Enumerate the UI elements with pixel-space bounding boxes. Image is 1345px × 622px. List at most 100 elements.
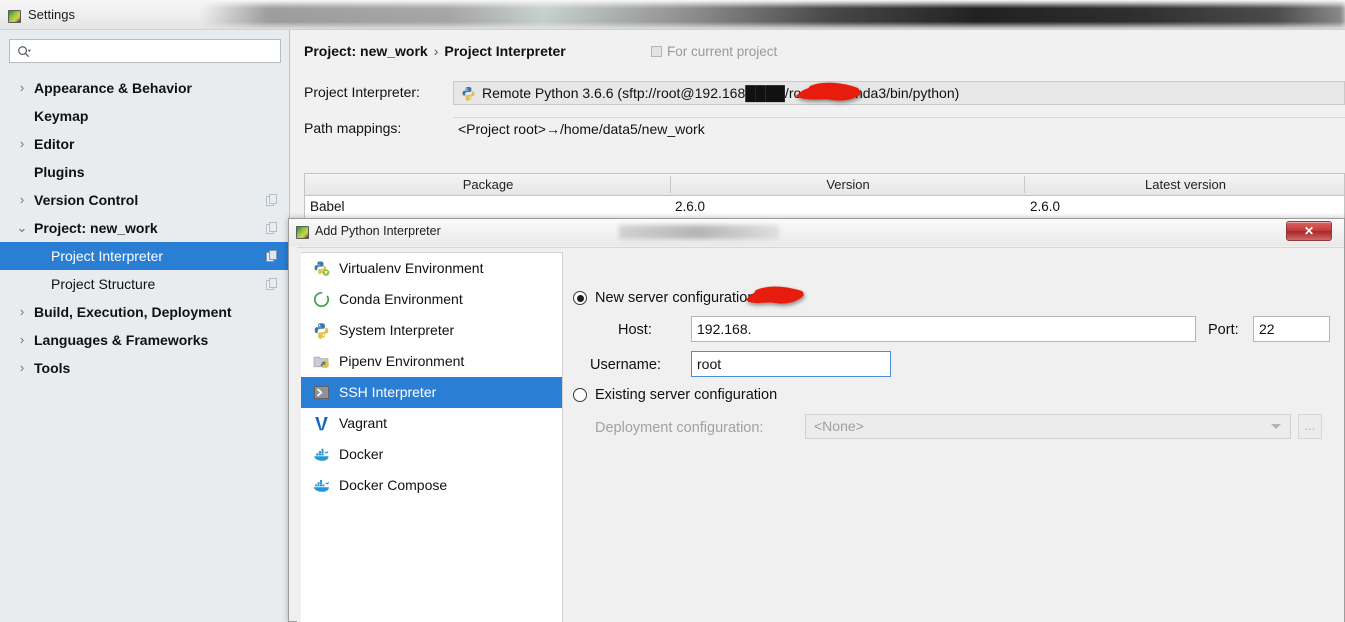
deployment-configuration-select[interactable]: <None>: [805, 414, 1291, 439]
env-item-label: SSH Interpreter: [339, 384, 437, 400]
copy-icon[interactable]: [266, 222, 278, 234]
port-input[interactable]: [1253, 316, 1330, 342]
path-mappings-value: <Project root>→/home/data5/new_work: [458, 121, 705, 137]
project-interpreter-label: Project Interpreter:: [304, 84, 420, 100]
virtualenv-icon: [314, 261, 330, 276]
env-item-pipenv-environment[interactable]: Pipenv Environment: [301, 346, 562, 377]
path-mappings-label: Path mappings:: [304, 120, 402, 136]
sidebar-item-tools[interactable]: › Tools: [0, 354, 290, 382]
env-item-label: Conda Environment: [339, 291, 463, 307]
chevron-down-icon[interactable]: ⌄: [16, 214, 28, 242]
dialog-titlebar: Add Python Interpreter: [289, 219, 1344, 246]
sidebar-item-build-execution-deployment[interactable]: › Build, Execution, Deployment: [0, 298, 290, 326]
sidebar-item-label: Tools: [34, 360, 71, 376]
column-header-label: Version: [826, 177, 870, 192]
host-label: Host:: [618, 322, 652, 338]
search-icon: [18, 46, 31, 58]
docker-compose-icon: [313, 480, 329, 492]
sidebar-item-plugins[interactable]: Plugins: [0, 158, 290, 186]
sidebar-item-label: Version Control: [34, 192, 139, 208]
breadcrumb-current: Project Interpreter: [444, 43, 566, 59]
dialog-title: Add Python Interpreter: [315, 224, 441, 238]
browse-deployment-button[interactable]: ...: [1298, 414, 1322, 439]
username-input[interactable]: [691, 351, 891, 377]
module-icon: [651, 46, 662, 57]
add-python-interpreter-dialog: Add Python Interpreter ✕ Virtualenv Envi…: [288, 218, 1345, 622]
sidebar-item-project-interpreter[interactable]: Project Interpreter: [0, 242, 290, 270]
sidebar-item-project-new-work[interactable]: ⌄ Project: new_work: [0, 214, 290, 242]
env-item-vagrant[interactable]: Vagrant: [301, 408, 562, 439]
window-titlebar: Settings: [0, 0, 1345, 30]
column-header-latest-version[interactable]: Latest version: [1025, 174, 1344, 195]
breadcrumb-parent[interactable]: Project: new_work: [304, 43, 428, 59]
column-header-label: Latest version: [1145, 177, 1226, 192]
chevron-right-icon[interactable]: ›: [16, 298, 28, 326]
sidebar-item-label: Plugins: [34, 164, 85, 180]
packages-table-body: Babel 2.6.0 2.6.0: [305, 196, 1344, 218]
titlebar-blurred-region: [200, 0, 1345, 29]
search-input[interactable]: [38, 41, 276, 61]
env-item-label: Pipenv Environment: [339, 353, 465, 369]
search-box[interactable]: [9, 39, 281, 63]
copy-icon[interactable]: [266, 250, 278, 262]
sidebar-item-label: Keymap: [34, 108, 89, 124]
env-item-virtualenv-environment[interactable]: Virtualenv Environment: [301, 253, 562, 284]
sidebar-item-languages-frameworks[interactable]: › Languages & Frameworks: [0, 326, 290, 354]
chevron-down-icon: [1271, 424, 1281, 429]
conda-icon: [313, 291, 329, 308]
vagrant-icon: [315, 417, 328, 431]
chevron-right-icon[interactable]: ›: [16, 130, 28, 158]
host-input[interactable]: [691, 316, 1196, 342]
docker-icon: [314, 448, 329, 461]
close-button[interactable]: ✕: [1286, 221, 1332, 241]
chevron-right-icon[interactable]: ›: [16, 74, 28, 102]
sidebar-item-label: Project Interpreter: [51, 248, 164, 264]
env-item-conda-environment[interactable]: Conda Environment: [301, 284, 562, 315]
sidebar-item-version-control[interactable]: › Version Control: [0, 186, 290, 214]
env-item-docker[interactable]: Docker: [301, 439, 562, 470]
project-interpreter-combo[interactable]: Remote Python 3.6.6 (sftp://root@192.168…: [453, 81, 1345, 105]
env-item-label: Vagrant: [339, 415, 387, 431]
sidebar-item-label: Project: new_work: [34, 220, 158, 236]
path-mappings-field[interactable]: <Project root>→/home/data5/new_work: [453, 117, 1345, 141]
ssh-interpreter-panel: New server configuration Host: Port: Use…: [565, 248, 1344, 622]
env-item-label: Docker Compose: [339, 477, 448, 493]
for-current-project-label: For current project: [667, 44, 778, 59]
column-header-version[interactable]: Version: [671, 174, 1025, 195]
copy-icon[interactable]: [266, 194, 278, 206]
sidebar-item-label: Project Structure: [51, 276, 156, 292]
environment-type-list: Virtualenv Environment Conda Environment S…: [301, 252, 563, 622]
cell-version: 2.6.0: [675, 199, 706, 214]
sidebar-item-label: Editor: [34, 136, 75, 152]
column-header-package[interactable]: Package: [305, 174, 671, 195]
sidebar-item-label: Build, Execution, Deployment: [34, 304, 232, 320]
pycharm-icon: [296, 226, 309, 239]
breadcrumb-separator: ›: [433, 43, 439, 59]
dialog-body: Virtualenv Environment Conda Environment S…: [297, 247, 1344, 622]
env-item-ssh-interpreter[interactable]: SSH Interpreter: [301, 377, 562, 408]
packages-table-header: Package Version Latest version: [305, 174, 1344, 196]
deployment-configuration-label: Deployment configuration:: [595, 420, 764, 436]
for-current-project-note: For current project: [651, 44, 777, 59]
env-item-system-interpreter[interactable]: System Interpreter: [301, 315, 562, 346]
radio-new-server-configuration[interactable]: [573, 291, 587, 305]
sidebar-item-editor[interactable]: › Editor: [0, 130, 290, 158]
table-row[interactable]: Babel 2.6.0 2.6.0: [305, 196, 1344, 218]
sidebar-item-keymap[interactable]: Keymap: [0, 102, 290, 130]
chevron-right-icon[interactable]: ›: [16, 354, 28, 382]
chevron-right-icon[interactable]: ›: [16, 326, 28, 354]
project-interpreter-value: Remote Python 3.6.6 (sftp://root@192.168…: [482, 85, 960, 101]
pipenv-icon: [313, 356, 329, 369]
env-item-docker-compose[interactable]: Docker Compose: [301, 470, 562, 501]
sidebar-item-appearance-behavior[interactable]: › Appearance & Behavior: [0, 74, 290, 102]
sidebar-item-project-structure[interactable]: Project Structure: [0, 270, 290, 298]
port-label: Port:: [1208, 322, 1239, 338]
existing-server-configuration-label: Existing server configuration: [595, 387, 778, 403]
cell-latest: 2.6.0: [1030, 199, 1061, 214]
deployment-configuration-value: <None>: [814, 418, 864, 434]
chevron-right-icon[interactable]: ›: [16, 186, 28, 214]
settings-window: Settings › Appearance & Behavior Keymap › Ed…: [0, 0, 1345, 622]
radio-existing-server-configuration[interactable]: [573, 388, 587, 402]
copy-icon[interactable]: [266, 278, 278, 290]
python-icon: [314, 323, 329, 339]
